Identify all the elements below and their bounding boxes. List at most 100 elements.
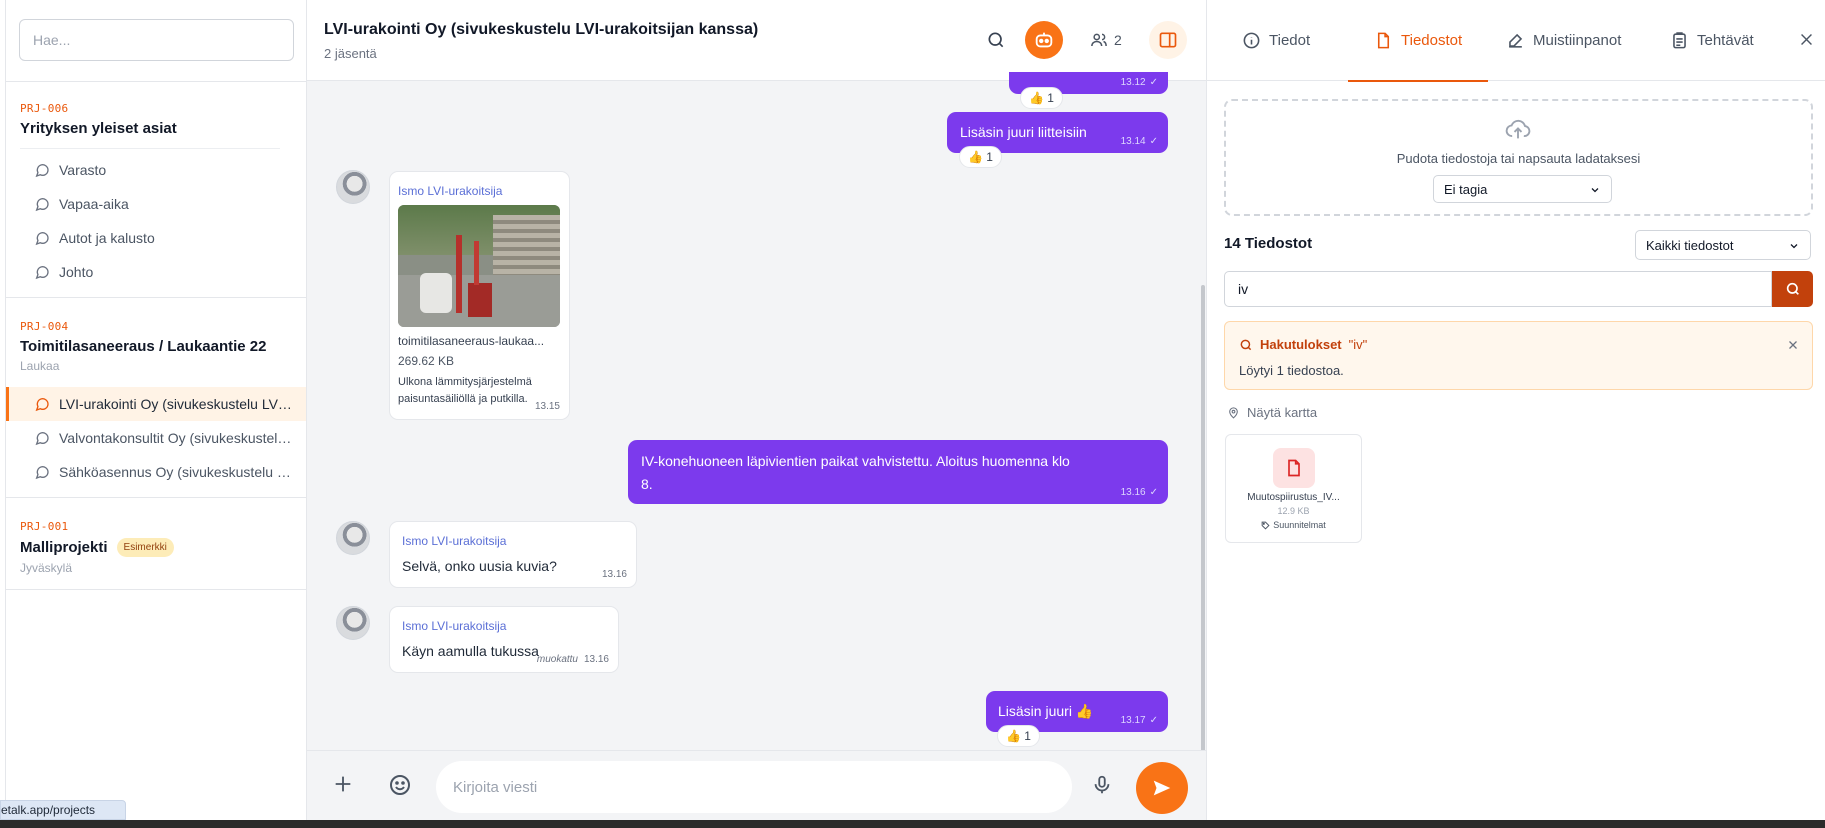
project-title[interactable]: Toimitilasaneeraus / Laukaantie 22 [6,338,306,355]
users-icon [1091,33,1107,47]
sidebar-search-input[interactable]: Hae... [19,19,294,61]
project-title[interactable]: Yrityksen yleiset asiat [6,120,306,137]
message-input[interactable]: Kirjoita viesti [436,761,1072,813]
info-icon [1243,32,1260,49]
message-sender: Ismo LVI-urakoitsija [398,184,503,198]
files-filter-select[interactable]: Kaikki tiedostot [1635,230,1811,260]
members-count: 2 [1114,32,1122,48]
channel-item-active[interactable]: LVI-urakointi Oy (sivukeskustelu LVI-ura… [6,387,306,421]
tab-label: Tiedot [1269,32,1311,49]
file-card[interactable]: Muutospiirustus_IV... 12.9 KB Suunnitelm… [1225,434,1362,543]
project-title-label: Toimitilasaneeraus / Laukaantie 22 [20,338,267,355]
tag-icon [1261,521,1270,530]
ai-assistant-button[interactable] [1025,21,1063,59]
app-window: Hae... PRJ-006 Yrityksen yleiset asiat V… [0,0,1825,820]
close-panel-button[interactable] [1798,31,1815,53]
chat-member-count: 2 jäsentä [324,46,377,61]
upload-dropzone[interactable]: Pudota tiedostoja tai napsauta ladatakse… [1224,99,1813,216]
status-url: etalk.app/projects [0,800,126,820]
search-icon [988,32,1004,48]
chat-bubble-icon [35,432,49,446]
channel-label: Varasto [59,162,107,178]
tag-select[interactable]: Ei tagia [1433,175,1612,203]
send-icon [1153,780,1171,796]
show-map-link[interactable]: Näytä kartta [1227,405,1317,420]
project-title[interactable]: Malliprojekti Esimerkki [6,538,306,557]
message-time: 13.16 [601,569,627,580]
edited-label: muokattu [536,654,578,665]
tab-tiedostot[interactable]: Tiedostot [1347,0,1489,82]
chat-bubble-icon [35,398,49,412]
chat-bubble-icon [35,466,49,480]
channel-item[interactable]: Varasto [6,153,306,187]
channel-label: Valvontakonsultit Oy (sivukeskustelu val… [59,430,294,446]
pdf-file-icon [1273,448,1315,488]
message-text: IV-konehuoneen läpivientien paikat vahvi… [641,453,1070,492]
attachment-filename[interactable]: toimitilasaneeraus-laukaa... [398,334,544,348]
tab-tehtavat[interactable]: Tehtävät [1670,0,1754,81]
chevron-down-icon [1790,244,1798,249]
channel-item[interactable]: Johto [6,255,306,289]
clear-search-button[interactable] [1787,338,1799,356]
toggle-panel-button[interactable] [1149,21,1187,59]
avatar [336,170,370,204]
message-incoming[interactable]: Ismo LVI-urakoitsija Käyn aamulla tukuss… [389,606,619,673]
message-text: Selvä, onko uusia kuvia? [402,558,557,574]
search-results-count: Löytyi 1 tiedostoa. [1239,363,1344,378]
channel-item[interactable]: Vapaa-aika [6,187,306,221]
members-button[interactable]: 2 [1090,31,1122,49]
file-tag-label: Suunnitelmat [1273,520,1326,530]
close-icon [1801,34,1812,45]
search-results-box: Hakutulokset "iv" Löytyi 1 tiedostoa. [1224,321,1813,390]
message-time: 13.17 ✓ [1120,715,1158,726]
message-outgoing[interactable]: IV-konehuoneen läpivientien paikat vahvi… [628,440,1168,504]
reaction-chip[interactable]: 👍 1 [1020,87,1063,109]
tab-label: Muistiinpanot [1533,32,1622,49]
avatar [336,521,370,555]
files-search-input[interactable]: iv [1224,271,1772,307]
message-incoming[interactable]: Ismo LVI-urakoitsija Selvä, onko uusia k… [389,521,637,588]
channel-item[interactable]: Valvontakonsultit Oy (sivukeskustelu val… [6,421,306,455]
send-button[interactable] [1136,762,1188,814]
message-time: 13.14 ✓ [1120,136,1158,147]
emoji-button[interactable] [388,773,412,802]
robot-icon [1035,32,1053,48]
chat-bubble-icon [35,266,49,280]
chat-scrollbar[interactable] [1201,285,1205,755]
channel-item[interactable]: Sähköasennus Oy (sivukeskustelu sähköura… [6,455,306,489]
reaction-chip[interactable]: 👍 1 [959,146,1002,168]
channel-item[interactable]: Autot ja kalusto [6,221,306,255]
reaction-chip[interactable]: 👍 1 [997,725,1040,747]
message-text: Lisäsin juuri 👍 [998,703,1094,719]
chat-bubble-icon [35,232,49,246]
files-filter-value: Kaikki tiedostot [1646,237,1734,253]
message-time: 13.16 [583,654,609,665]
file-name: Muutospiirustus_IV... [1247,492,1340,503]
file-tag: Suunnitelmat [1226,520,1361,530]
panel-icon [1159,32,1177,48]
smiley-icon [390,775,410,795]
plus-icon [335,776,351,792]
attachment-image[interactable] [398,205,560,327]
message-time: 13.12 ✓ [1120,77,1158,88]
attach-button[interactable] [332,773,354,800]
search-results-query: "iv" [1348,337,1368,352]
channel-label: Autot ja kalusto [59,230,155,246]
tab-label: Tiedostot [1401,32,1463,49]
tab-tiedot[interactable]: Tiedot [1242,0,1310,81]
file-size: 12.9 KB [1277,506,1310,516]
search-button[interactable] [977,21,1015,59]
message-time: 13.16 ✓ [1120,487,1158,498]
voice-button[interactable] [1091,773,1113,802]
message-sender: Ismo LVI-urakoitsija [402,619,507,633]
message-incoming-image[interactable]: Ismo LVI-urakoitsija toimitilasaneeraus-… [389,171,570,420]
project-code: PRJ-004 [20,320,69,333]
attachment-filesize: 269.62 KB [398,354,455,368]
files-search-button[interactable] [1772,271,1813,307]
sidebar-search-wrap: Hae... [6,0,306,82]
tab-muistiinpanot[interactable]: Muistiinpanot [1506,0,1621,81]
close-icon [1789,341,1797,349]
project-location: Jyväskylä [20,561,73,575]
search-icon [1786,282,1799,295]
example-badge: Esimerkki [116,538,174,557]
